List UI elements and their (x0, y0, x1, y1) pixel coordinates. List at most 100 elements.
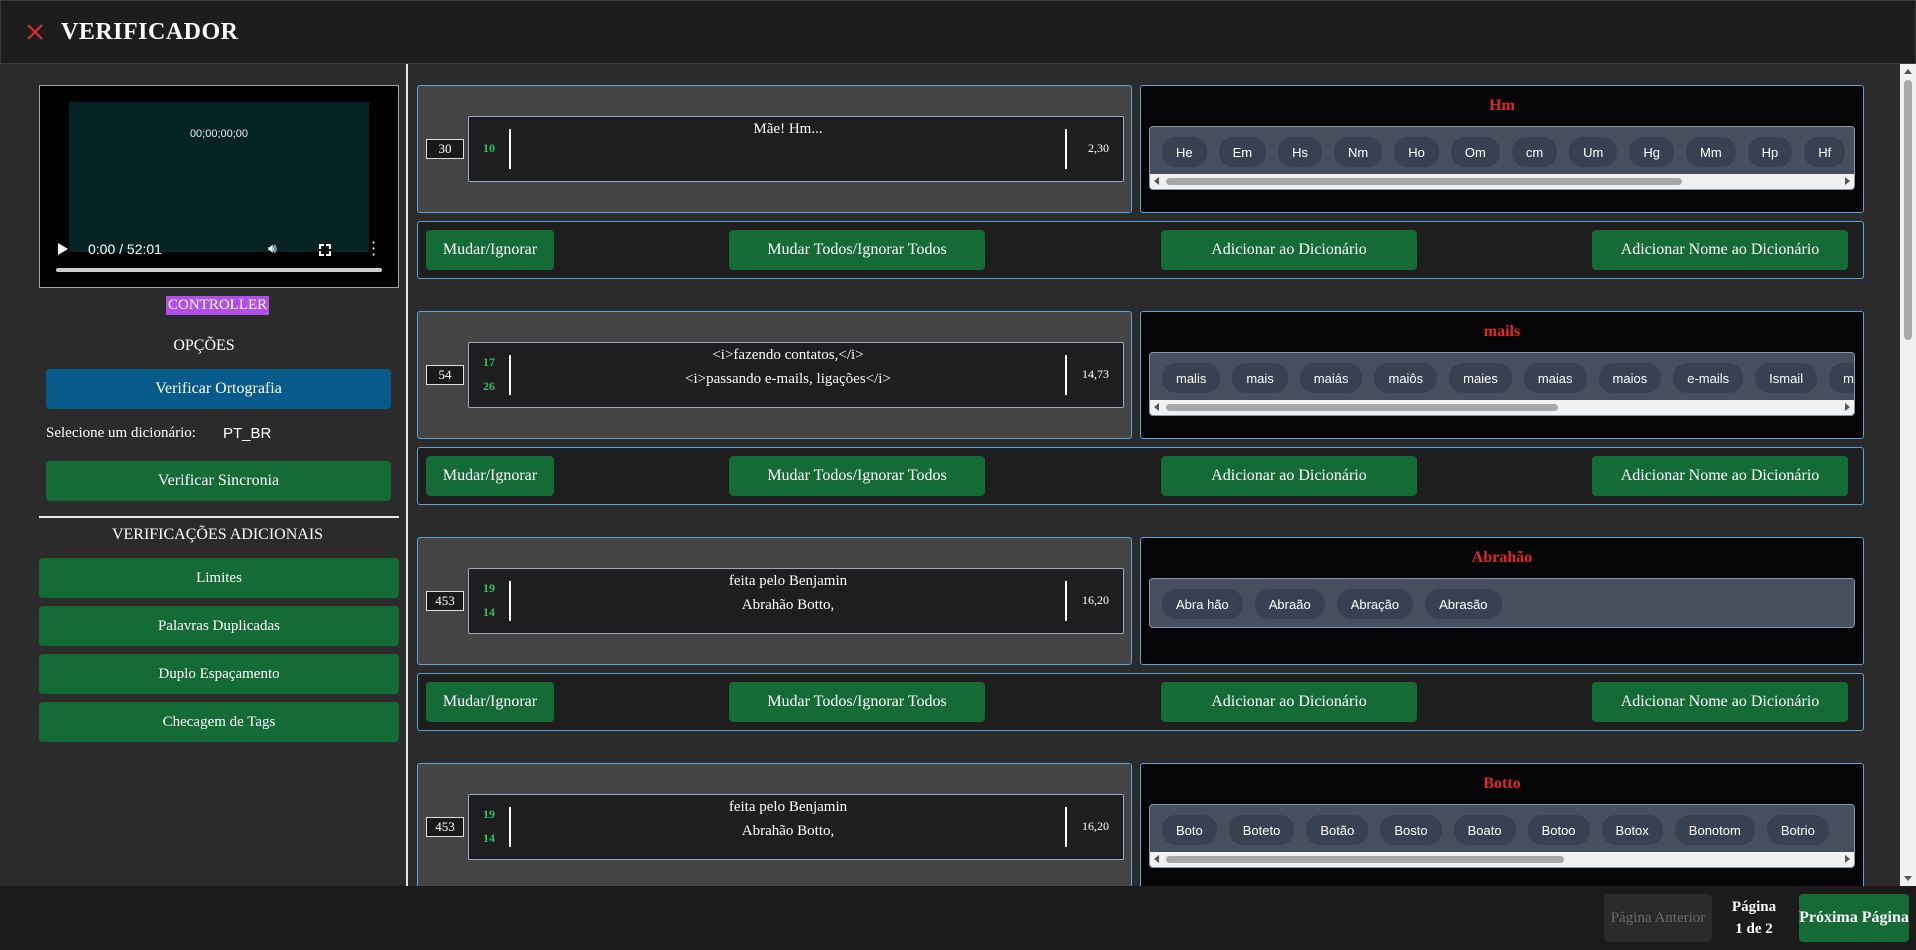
line-index: 54 (426, 365, 464, 385)
sync-check-button[interactable]: Verificar Sincronia (46, 461, 391, 501)
add-name-button[interactable]: Adicionar Nome ao Dicionário (1592, 456, 1848, 496)
change-ignore-button[interactable]: Mudar/Ignorar (426, 230, 554, 270)
page-count: 1 de 2 (1735, 921, 1773, 937)
add-name-button[interactable]: Adicionar Nome ao Dicionário (1592, 682, 1848, 722)
suggestion-list: Abra hão Abraão Abração Abrasão (1149, 578, 1855, 628)
subtitle-text-box[interactable]: 19 14 feita pelo Benjamin Abrahão Botto,… (468, 794, 1124, 860)
left-bar (509, 355, 511, 395)
add-name-button[interactable]: Adicionar Nome ao Dicionário (1592, 230, 1848, 270)
horizontal-scrollbar[interactable] (1150, 852, 1854, 867)
scroll-right-icon[interactable] (1845, 177, 1850, 185)
suggestion-chip[interactable]: Mm (1686, 137, 1736, 167)
scroll-left-icon[interactable] (1154, 855, 1159, 863)
vertical-scrollbar[interactable] (1900, 64, 1916, 886)
add-dictionary-button[interactable]: Adicionar ao Dicionário (1161, 230, 1417, 270)
tag-check-button[interactable]: Checagem de Tags (39, 702, 399, 742)
char-count: 10 (483, 141, 495, 155)
suggestion-chip[interactable]: Bonotom (1674, 815, 1755, 845)
duration: 16,20 (1082, 819, 1109, 833)
suggestion-chip[interactable]: Hs (1278, 137, 1323, 167)
char-count: 19 (483, 581, 495, 595)
close-icon[interactable] (23, 20, 47, 44)
subtitle-text-box[interactable]: 19 14 feita pelo Benjamin Abrahão Botto,… (468, 568, 1124, 634)
suggestion-chip[interactable]: Ismail (1755, 363, 1818, 393)
suggestion-chip[interactable]: Boto (1162, 815, 1217, 845)
suggestion-chip[interactable]: Boato (1453, 815, 1516, 845)
suggestion-chip[interactable]: mail (1829, 363, 1854, 393)
fullscreen-icon[interactable] (318, 243, 332, 257)
duplicate-words-button[interactable]: Palavras Duplicadas (39, 606, 399, 646)
suggestion-chip[interactable]: mais (1232, 363, 1288, 393)
scroll-thumb[interactable] (1904, 80, 1912, 340)
suggestion-chip[interactable]: Em (1218, 137, 1267, 167)
subtitle-text-box[interactable]: 17 26 <i>fazendo contatos,</i> <i>passan… (468, 342, 1124, 408)
video-player[interactable]: 00;00;00;00 0:00 / 52:01 🔊︎ · · · (39, 85, 399, 288)
play-icon[interactable] (58, 243, 68, 255)
change-all-button[interactable]: Mudar Todos/Ignorar Todos (729, 456, 985, 496)
scroll-left-icon[interactable] (1154, 177, 1159, 185)
subtitle-text-box[interactable]: 10 Mãe! Hm... 2,30 (468, 116, 1124, 182)
line-index: 30 (426, 139, 464, 159)
limits-button[interactable]: Limites (39, 558, 399, 598)
horizontal-scrollbar[interactable] (1150, 400, 1854, 415)
suggestion-chip[interactable]: maiôs (1374, 363, 1438, 393)
video-time: 0:00 / 52:01 (88, 241, 162, 257)
suggestion-chip[interactable]: Hp (1747, 137, 1793, 167)
suggestion-chip[interactable]: e-mails (1673, 363, 1744, 393)
suggestion-chip[interactable]: He (1162, 137, 1207, 167)
suggestion-chip[interactable]: maios (1598, 363, 1662, 393)
suggestion-chip[interactable]: Ho (1394, 137, 1439, 167)
volume-icon[interactable]: 🔊︎ (268, 241, 277, 257)
suggestion-chip[interactable]: Om (1450, 137, 1500, 167)
suggestion-chip[interactable]: Botrio (1766, 815, 1829, 845)
spell-check-button[interactable]: Verificar Ortografia (46, 369, 391, 409)
scroll-down-icon[interactable] (1904, 876, 1912, 881)
suggestion-chip[interactable]: Bosto (1380, 815, 1442, 845)
suggestion-chip[interactable]: Abraão (1254, 589, 1325, 619)
line-index: 453 (426, 591, 464, 611)
suggestion-chip[interactable]: cm (1511, 137, 1558, 167)
scroll-left-icon[interactable] (1154, 403, 1159, 411)
suggestion-list: malis mais maiás maiôs maies maias maios… (1149, 352, 1855, 416)
next-page-button[interactable]: Próxima Página (1799, 894, 1909, 942)
dictionary-label: Selecione um dicionário: (46, 425, 196, 441)
dictionary-select[interactable]: PT_BR (223, 425, 271, 442)
suggestion-chip[interactable]: Hf (1804, 137, 1846, 167)
video-timecode: 00;00;00;00 (189, 128, 249, 140)
scroll-thumb[interactable] (1166, 856, 1564, 863)
video-progress-bar[interactable] (56, 268, 382, 272)
change-all-button[interactable]: Mudar Todos/Ignorar Todos (729, 230, 985, 270)
suggestion-chip[interactable]: Botão (1306, 815, 1369, 845)
suggestion-chip[interactable]: Nm (1334, 137, 1383, 167)
suggestion-chip[interactable]: Abrasão (1425, 589, 1502, 619)
char-count: 14 (483, 605, 495, 619)
suggestion-chip[interactable]: Abração (1336, 589, 1414, 619)
suggestion-chip[interactable]: Hg (1629, 137, 1674, 167)
more-options-icon[interactable]: · · · (371, 235, 376, 263)
scroll-up-icon[interactable] (1904, 69, 1912, 74)
suggestion-chip[interactable]: Botox (1601, 815, 1663, 845)
add-dictionary-button[interactable]: Adicionar ao Dicionário (1161, 456, 1417, 496)
suggestion-chip[interactable]: maiás (1299, 363, 1363, 393)
line-index: 453 (426, 817, 464, 837)
suggestion-chip[interactable]: malis (1162, 363, 1221, 393)
change-ignore-button[interactable]: Mudar/Ignorar (426, 456, 554, 496)
horizontal-scrollbar[interactable] (1150, 174, 1854, 189)
previous-page-button[interactable]: Página Anterior (1604, 894, 1712, 942)
suggestion-chip[interactable]: Boteto (1228, 815, 1295, 845)
suggestion-chip[interactable]: maias (1523, 363, 1587, 393)
scroll-right-icon[interactable] (1845, 403, 1850, 411)
change-all-button[interactable]: Mudar Todos/Ignorar Todos (729, 682, 985, 722)
add-dictionary-button[interactable]: Adicionar ao Dicionário (1161, 682, 1417, 722)
suggestion-chip[interactable]: Um (1569, 137, 1618, 167)
suggestion-chip[interactable]: maies (1449, 363, 1512, 393)
suggestion-chip[interactable]: Botoo (1527, 815, 1590, 845)
scroll-thumb[interactable] (1166, 404, 1558, 411)
change-ignore-button[interactable]: Mudar/Ignorar (426, 682, 554, 722)
scroll-thumb[interactable] (1166, 178, 1682, 185)
suggestion-chip[interactable]: Abra hão (1162, 589, 1243, 619)
scroll-right-icon[interactable] (1845, 855, 1850, 863)
header: VERIFICADOR (0, 0, 1916, 64)
suggestion-panel: Abrahão Abra hão Abraão Abração Abrasão (1140, 537, 1864, 665)
double-spacing-button[interactable]: Duplo Espaçamento (39, 654, 399, 694)
